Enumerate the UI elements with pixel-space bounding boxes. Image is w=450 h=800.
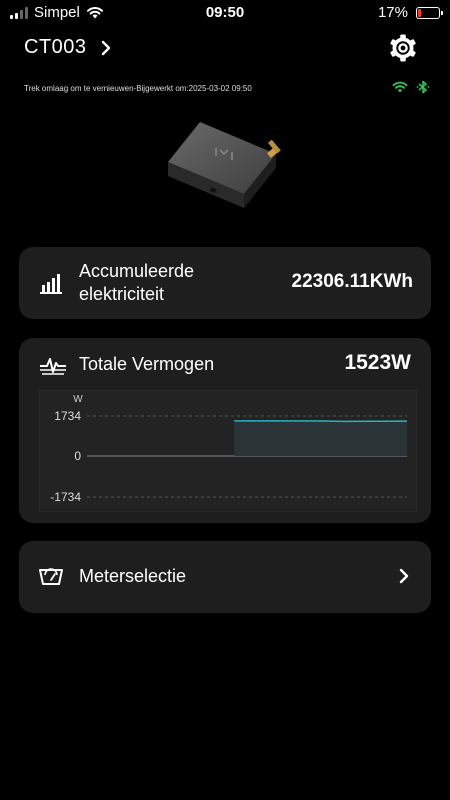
accumulated-energy-card: Accumuleerde elektriciteit 22306.11KWh: [19, 247, 431, 319]
connection-icons: [392, 80, 430, 94]
wifi-connected-icon: [392, 81, 408, 93]
accumulated-energy-label: Accumuleerde elektriciteit: [79, 260, 194, 306]
settings-gear-icon[interactable]: [388, 33, 418, 63]
power-chart: W 1734 0 -1734: [39, 390, 417, 512]
battery-fill: [418, 8, 421, 17]
power-waveform-icon: [40, 358, 66, 375]
meter-selection-card[interactable]: Meterselectie: [19, 541, 431, 613]
accumulated-energy-value: 22306.11KWh: [291, 271, 413, 292]
device-image: [168, 122, 281, 208]
total-power-label: Totale Vermogen: [79, 354, 215, 374]
battery-percentage: 17%: [377, 4, 408, 21]
meter-gauge-icon: [39, 568, 63, 585]
device-name: CT003: [24, 36, 87, 58]
bar-chart-icon: [40, 274, 62, 294]
total-power-value: 1523W: [344, 351, 411, 374]
status-right: 17%: [377, 4, 443, 21]
y-axis-label: W: [73, 394, 83, 405]
accumulated-energy-label-line1: Accumuleerde: [79, 261, 195, 281]
total-power-card: Totale Vermogen 1523W W 1734 0 -1734: [19, 338, 431, 523]
y-tick-label: -1734: [50, 490, 81, 504]
series-area: [234, 420, 407, 456]
y-tick-label: 0: [74, 449, 81, 463]
meter-selection-label: Meterselectie: [79, 566, 187, 586]
battery-icon: [416, 6, 443, 19]
chevron-right-icon: [399, 568, 409, 584]
bluetooth-connected-icon: [416, 80, 430, 94]
chevron-right-icon: [101, 40, 110, 55]
series-line: [234, 420, 408, 423]
accumulated-energy-label-line2: elektriciteit: [79, 284, 165, 304]
series-group: [234, 420, 408, 456]
y-tick-label: 1734: [54, 409, 81, 423]
refresh-status-text: Trek omlaag om te vernieuwen-Bijgewerkt …: [24, 84, 252, 93]
status-bar: Simpel 09:50 17%: [0, 0, 450, 26]
device-header[interactable]: CT003: [24, 36, 111, 59]
